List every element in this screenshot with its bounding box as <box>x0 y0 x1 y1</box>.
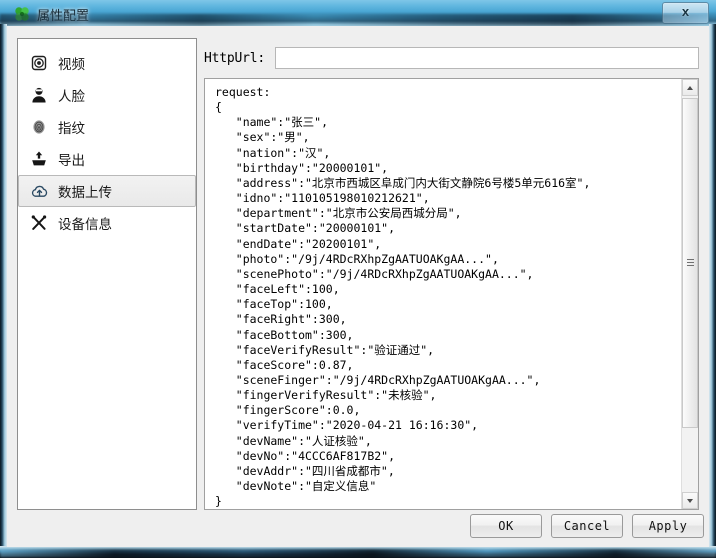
json-preview-scrollbar[interactable] <box>681 79 698 509</box>
sidebar-item-label: 导出 <box>58 153 85 169</box>
export-icon <box>29 149 49 169</box>
sidebar-item-data-upload[interactable]: 数据上传 <box>18 175 196 207</box>
chevron-up-icon <box>687 86 693 90</box>
sidebar-item-label: 指纹 <box>58 121 85 137</box>
window-border-right <box>709 24 716 558</box>
sidebar-item-label: 设备信息 <box>58 217 112 233</box>
close-icon: x <box>681 4 690 19</box>
sidebar-item-video[interactable]: 视频 <box>18 47 196 79</box>
sidebar-item-label: 视频 <box>58 57 85 73</box>
dialog-footer: OK Cancel Apply <box>7 510 709 547</box>
close-button[interactable]: x <box>662 2 709 24</box>
client-area: 视频 人脸 指纹 导出 数据上传 设备信息 HttpUrl: request: … <box>7 26 709 547</box>
cancel-button[interactable]: Cancel <box>551 514 623 538</box>
sidebar-item-export[interactable]: 导出 <box>18 143 196 175</box>
chevron-down-icon <box>687 499 693 503</box>
window-border-bottom <box>0 546 716 558</box>
clover-icon <box>13 5 31 23</box>
tools-icon <box>29 213 49 233</box>
window-title: 属性配置 <box>37 9 90 24</box>
sidebar-item-face[interactable]: 人脸 <box>18 79 196 111</box>
scrollbar-thumb[interactable] <box>682 98 698 428</box>
scroll-down-button[interactable] <box>682 492 698 509</box>
json-preview-box: request: { "name":"张三", "sex":"男", "nati… <box>204 78 699 510</box>
sidebar-item-label: 数据上传 <box>58 185 112 201</box>
http-url-label: HttpUrl: <box>204 50 266 66</box>
json-preview-text[interactable]: request: { "name":"张三", "sex":"男", "nati… <box>205 79 675 509</box>
cloud-upload-icon <box>29 181 49 201</box>
http-url-row: HttpUrl: <box>204 46 699 70</box>
window-border-left <box>0 24 7 558</box>
upload-settings-panel: HttpUrl: request: { "name":"张三", "sex":"… <box>204 38 699 510</box>
scroll-up-button[interactable] <box>682 79 698 96</box>
sidebar-nav: 视频 人脸 指纹 导出 数据上传 设备信息 <box>17 38 197 510</box>
sidebar-item-label: 人脸 <box>58 89 85 105</box>
sidebar-item-device-info[interactable]: 设备信息 <box>18 207 196 239</box>
camera-icon <box>29 53 49 73</box>
person-icon <box>29 85 49 105</box>
http-url-input[interactable] <box>275 47 699 69</box>
sidebar-item-fingerprint[interactable]: 指纹 <box>18 111 196 143</box>
grip-icon <box>687 259 694 267</box>
ok-button[interactable]: OK <box>470 514 542 538</box>
fingerprint-icon <box>29 117 49 137</box>
apply-button[interactable]: Apply <box>632 514 704 538</box>
property-config-window: 属性配置 x 视频 人脸 指纹 导出 数据上传 设备信息 HttpUrl: re… <box>0 0 716 558</box>
